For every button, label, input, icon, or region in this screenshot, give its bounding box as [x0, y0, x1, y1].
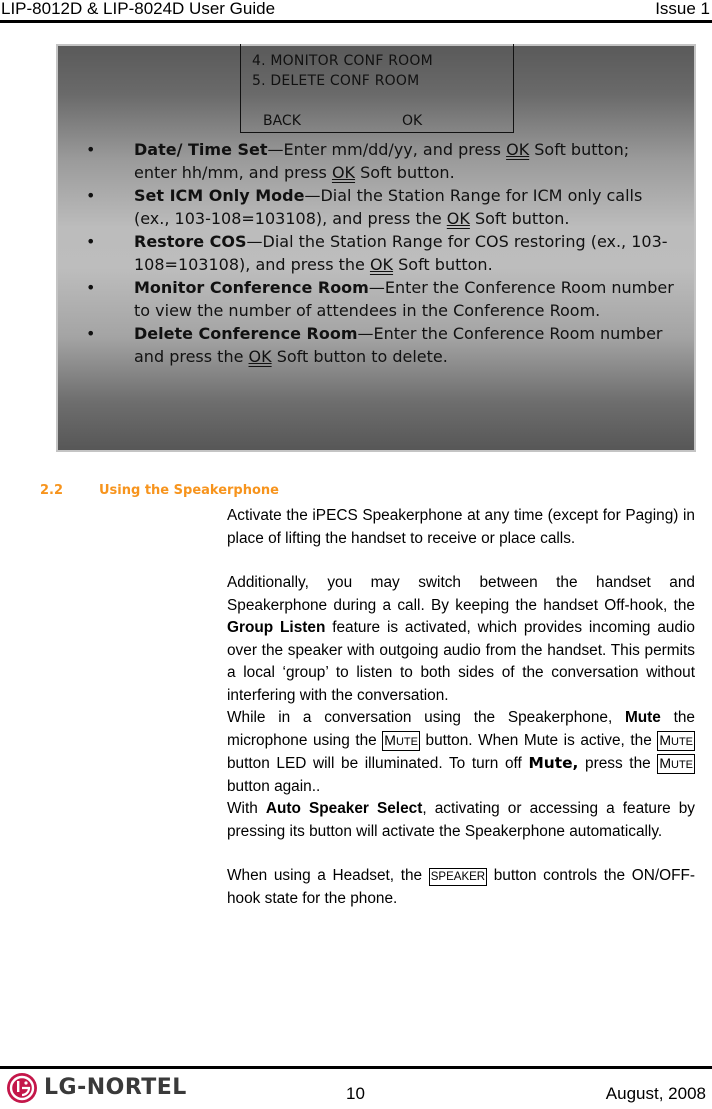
text: button again.. — [227, 777, 321, 795]
paragraph-group-listen: Additionally, you may switch between the… — [227, 572, 695, 707]
ok-key-ref: OK — [506, 140, 530, 159]
term-auto-speaker-select: Auto Speaker Select — [265, 800, 423, 817]
lg-face-icon — [7, 1073, 37, 1103]
bullet-icon: • — [86, 186, 96, 205]
term-group-listen: Group Listen — [227, 619, 326, 636]
bullet-icon: • — [86, 324, 96, 343]
text: button. When Mute is active, the — [419, 731, 658, 749]
section-title: Using the Speakerphone — [99, 483, 279, 498]
term-mute: Mute, — [528, 754, 579, 772]
text: When using a Headset, the — [227, 867, 429, 884]
publication-date: August, 2008 — [605, 1084, 706, 1103]
mute-key-label: MUTE — [657, 754, 696, 774]
ok-key-ref: OK — [248, 347, 272, 366]
header-rule — [0, 20, 712, 23]
bullet-icon: • — [86, 278, 96, 297]
item-title: Monitor Conference Room — [134, 278, 369, 297]
item-title: Delete Conference Room — [134, 324, 358, 343]
issue-label: Issue 1 — [655, 0, 710, 18]
logo-wordmark: LG-NORTEL — [44, 1075, 187, 1100]
item-text: Soft button. — [355, 163, 455, 182]
item-title: Set ICM Only Mode — [134, 186, 305, 205]
list-item-icm-only: • Set ICM Only Mode—Dial the Station Rang… — [58, 184, 694, 230]
list-item-monitor-conf: • Monitor Conference Room—Enter the Confe… — [58, 276, 694, 322]
paragraph-auto-speaker: With Auto Speaker Select, activating or … — [227, 798, 695, 843]
term-mute: Mute — [624, 709, 661, 726]
list-item-date-time: • Date/ Time Set—Enter mm/dd/yy, and pres… — [58, 138, 694, 184]
lg-nortel-logo: LG-NORTEL — [7, 1072, 207, 1104]
section-number: 2.2 — [40, 483, 64, 498]
ok-key-ref: OK — [369, 255, 394, 274]
text: press the — [578, 755, 658, 772]
lcd-line-delete: 5. DELETE CONF ROOM — [252, 73, 420, 89]
lcd-softkey-back: BACK — [263, 113, 301, 129]
item-text: Soft button to delete. — [271, 347, 448, 366]
text: Additionally, you may switch between the… — [227, 574, 695, 614]
text: With — [227, 800, 266, 817]
item-text: Soft button. — [393, 255, 493, 274]
ok-key-ref: OK — [446, 209, 470, 228]
page-header: LIP-8012D & LIP-8024D User Guide Issue 1 — [0, 0, 712, 23]
mute-key-label: MUTE — [657, 730, 695, 751]
paragraph-headset: When using a Headset, the SPEAKER button… — [227, 865, 695, 910]
item-title: Date/ Time Set — [134, 140, 268, 159]
speaker-key-label: SPEAKER — [428, 868, 488, 886]
section-body: Activate the iPECS Speakerphone at any t… — [227, 505, 696, 910]
footer-rule — [0, 1066, 712, 1069]
list-item-restore-cos: • Restore COS—Dial the Station Range for … — [58, 230, 694, 276]
item-text: Soft button. — [469, 209, 570, 228]
item-title: Restore COS — [134, 232, 247, 251]
lcd-softkey-ok: OK — [402, 113, 423, 129]
list-item-delete-conf: • Delete Conference Room—Enter the Confer… — [58, 322, 694, 368]
feature-list: • Date/ Time Set—Enter mm/dd/yy, and pres… — [58, 138, 694, 368]
mute-key-label: MUTE — [382, 730, 420, 751]
text: While in a conversation using the Speake… — [227, 709, 625, 726]
document-title: LIP-8012D & LIP-8024D User Guide — [1, 0, 276, 18]
lcd-display: 4. MONITOR CONF ROOM 5. DELETE CONF ROOM… — [240, 44, 514, 133]
page-number: 10 — [346, 1084, 365, 1103]
text: button LED will be illuminated. To turn … — [227, 755, 529, 772]
bullet-icon: • — [86, 232, 96, 251]
lcd-line-monitor: 4. MONITOR CONF ROOM — [252, 53, 433, 69]
feature-callout-box: 4. MONITOR CONF ROOM 5. DELETE CONF ROOM… — [56, 44, 696, 452]
paragraph-mute: While in a conversation using the Speake… — [227, 707, 696, 798]
item-text: —Enter mm/dd/yy, and press — [267, 140, 507, 159]
bullet-icon: • — [86, 140, 96, 159]
ok-key-ref: OK — [331, 163, 356, 182]
paragraph-activate: Activate the iPECS Speakerphone at any t… — [227, 507, 695, 547]
